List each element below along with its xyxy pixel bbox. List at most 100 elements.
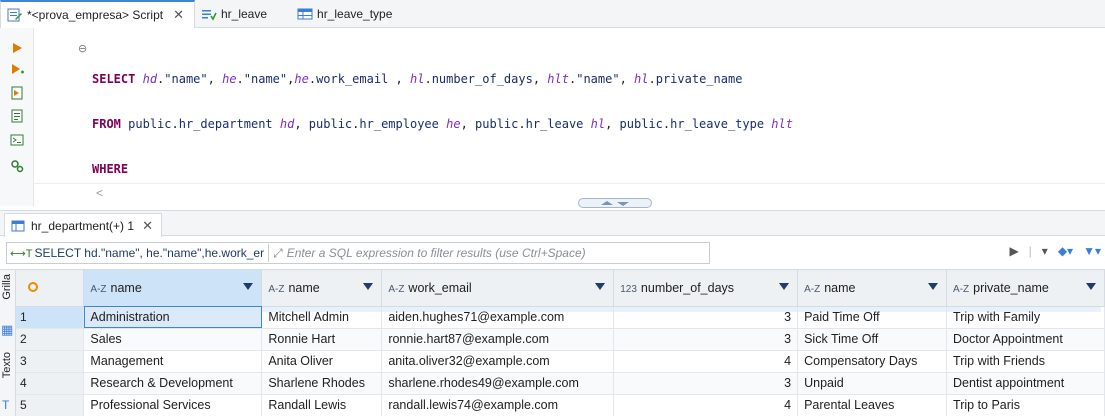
table-cell[interactable]: Doctor Appointment (946, 328, 1105, 351)
table-cell[interactable]: Trip to Paris (946, 394, 1105, 416)
table-cell[interactable]: sharlene.rhodes49@example.com (381, 372, 615, 395)
column-header[interactable]: A-Z name (261, 270, 383, 307)
table-row[interactable]: 5 Professional Services Randall Lewis ra… (16, 394, 1105, 416)
history-dropdown-icon[interactable]: ▾ (1042, 244, 1048, 258)
close-icon[interactable]: ✕ (142, 218, 153, 234)
settings-icon[interactable] (9, 158, 25, 174)
sort-icon[interactable] (928, 283, 939, 290)
sort-icon[interactable] (1086, 283, 1096, 290)
table-cell[interactable]: Sharlene Rhodes (261, 372, 383, 395)
sql-editor[interactable]: ⊖ SELECT hd."name", he."name",he.work_em… (34, 28, 1105, 312)
sort-icon[interactable] (779, 283, 790, 290)
tab-label: hr_leave (220, 6, 268, 21)
text-icon[interactable]: T (2, 398, 9, 412)
table-view-icon (201, 6, 217, 22)
column-name: private_name (973, 280, 1049, 295)
explain-plan-icon[interactable] (9, 108, 25, 124)
filter-bar: ⟷T SELECT hd."name", he."name",he.work_e… (0, 238, 1105, 270)
fold-toggle-icon[interactable]: ⊖ (78, 42, 87, 55)
column-header[interactable]: A-Z private_name (946, 270, 1105, 307)
table-cell[interactable]: randall.lewis74@example.com (381, 394, 615, 416)
result-table: A-Z name A-Z name A-Z work_email 123 number_… (16, 270, 1105, 416)
tab-sql-script[interactable]: *<prova_empresa> Script ✕ (0, 0, 195, 28)
table-cell[interactable]: Research & Development (83, 372, 263, 395)
tab-label: *<prova_empresa> Script (27, 8, 164, 22)
row-number[interactable]: 1 (16, 306, 85, 329)
apply-filter-icon[interactable]: ▶ (1009, 244, 1018, 258)
table-cell[interactable]: Administration (83, 306, 263, 329)
tab-label: hr_leave_type (317, 6, 393, 21)
table-cell[interactable]: Anita Oliver (261, 350, 383, 373)
sort-icon[interactable] (363, 283, 374, 290)
table-cell[interactable]: Professional Services (83, 394, 263, 416)
sort-icon[interactable] (595, 283, 606, 290)
table-cell[interactable]: Mitchell Admin (261, 306, 383, 329)
table-cell[interactable]: aiden.hughes71@example.com (381, 306, 615, 329)
table-cell[interactable]: Paid Time Off (797, 306, 948, 329)
close-icon[interactable]: ✕ (173, 7, 184, 23)
grid-corner[interactable] (16, 270, 85, 307)
table-cell[interactable]: 4 (613, 394, 799, 416)
table-cell[interactable]: Sick Time Off (797, 328, 948, 351)
row-number[interactable]: 3 (16, 350, 85, 373)
table-cell[interactable]: Ronnie Hart (261, 328, 383, 351)
splitter-toggle-icon[interactable] (578, 198, 652, 208)
row-number[interactable]: 4 (16, 372, 85, 395)
code-line: WHERE (92, 162, 129, 176)
execute-in-new-tab-icon[interactable] (9, 62, 25, 78)
table-row[interactable]: 2 Sales Ronnie Hart ronnie.hart87@exampl… (16, 328, 1105, 351)
sort-icon[interactable] (243, 283, 254, 290)
filter-input[interactable]: ⟷T SELECT hd."name", he."name",he.work_e… (6, 242, 710, 264)
table-cell[interactable]: anita.oliver32@example.com (381, 350, 615, 373)
code-line: FROM public.hr_department hd, public.hr_… (92, 117, 793, 131)
code-line: SELECT hd."name", he."name",he.work_emai… (92, 72, 743, 86)
row-number[interactable]: 5 (16, 394, 85, 416)
column-header[interactable]: 123 number_of_days (613, 270, 799, 307)
table-cell[interactable]: ronnie.hart87@example.com (381, 328, 615, 351)
execute-statement-icon[interactable] (9, 40, 25, 56)
table-cell[interactable]: Compensatory Days (797, 350, 948, 373)
divider: | (1028, 244, 1032, 258)
table-cell[interactable]: 4 (613, 350, 799, 373)
column-name: work_email (408, 280, 472, 295)
filter-funnel-icon[interactable]: ▼▾ (1083, 244, 1101, 258)
table-row[interactable]: 4 Research & Development Sharlene Rhodes… (16, 372, 1105, 395)
column-header[interactable]: A-Z name (797, 270, 948, 307)
tab-hr-leave-type[interactable]: hr_leave_type (291, 0, 402, 27)
table-cell[interactable]: Randall Lewis (261, 394, 383, 416)
editor-tab-bar: *<prova_empresa> Script ✕ hr_leave hr_le… (0, 0, 1105, 28)
tab-results[interactable]: hr_department(+) 1 ✕ (4, 213, 162, 237)
result-grid[interactable]: A-Z name A-Z name A-Z work_email 123 number_… (16, 270, 1105, 416)
execute-script-icon[interactable] (9, 85, 25, 101)
type-label: A-Z (388, 283, 405, 295)
table-cell[interactable]: 3 (613, 328, 799, 351)
erase-filter-icon[interactable]: ◆▾ (1058, 244, 1073, 258)
tab-grid[interactable]: Grilla (1, 274, 15, 300)
column-name: name (288, 280, 320, 295)
column-header[interactable]: A-Z name (83, 270, 263, 307)
open-console-icon[interactable] (9, 132, 25, 148)
tab-text[interactable]: Texto (1, 352, 15, 378)
table-cell[interactable]: Sales (83, 328, 263, 351)
editor-horizontal-scrollbar[interactable]: < (34, 183, 1105, 201)
filter-tools: ▶ | ▾ ◆▾ ▼▾ (1009, 244, 1101, 258)
table-cell[interactable]: Dentist appointment (946, 372, 1105, 395)
column-name: name (824, 280, 856, 295)
grid-icon[interactable]: ▦ (1, 322, 13, 338)
column-header[interactable]: A-Z work_email (381, 270, 615, 307)
row-number[interactable]: 2 (16, 328, 85, 351)
table-cell[interactable]: 3 (613, 306, 799, 329)
table-cell[interactable]: Unpaid (797, 372, 948, 395)
expand-icon[interactable]: ⤢ (273, 246, 283, 261)
column-name: name (110, 280, 142, 295)
table-row[interactable]: 3 Management Anita Oliver anita.oliver32… (16, 350, 1105, 373)
table-cell[interactable]: Management (83, 350, 263, 373)
scroll-left-icon[interactable]: < (96, 186, 103, 200)
table-cell[interactable]: Parental Leaves (797, 394, 948, 416)
table-cell[interactable]: Trip with Family (946, 306, 1105, 329)
table-row[interactable]: 1 Administration Mitchell Admin aiden.hu… (16, 306, 1105, 329)
table-cell[interactable]: Trip with Friends (946, 350, 1105, 373)
tab-hr-leave[interactable]: hr_leave (195, 0, 277, 27)
sql-script-icon (7, 7, 23, 23)
table-cell[interactable]: 3 (613, 372, 799, 395)
